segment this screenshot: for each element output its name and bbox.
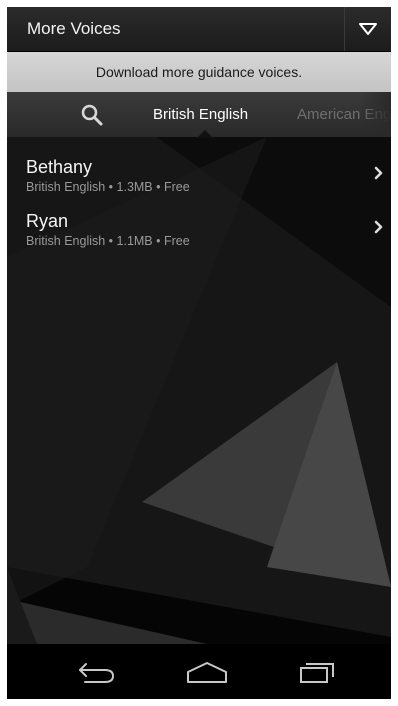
chevron-right-icon (374, 166, 383, 180)
voice-name: Bethany (26, 157, 93, 177)
tab-british-english[interactable]: British English (153, 106, 248, 123)
recent-apps-icon (300, 663, 334, 683)
tab-fade-overlay (361, 92, 391, 137)
app-screen: More Voices Download more guidance voice… (7, 7, 391, 699)
voice-name: Ryan (26, 211, 69, 231)
voice-details: British English • 1.1MB • Free (26, 234, 190, 248)
download-banner[interactable]: Download more guidance voices. (7, 52, 391, 92)
banner-text: Download more guidance voices. (95, 64, 303, 80)
recent-apps-button[interactable] (287, 654, 347, 690)
home-icon (187, 662, 227, 683)
home-button[interactable] (177, 654, 237, 690)
search-icon (81, 104, 103, 126)
menu-button[interactable] (344, 7, 391, 51)
system-navigation-bar (7, 644, 391, 699)
back-icon (79, 663, 115, 683)
chevron-right-icon (374, 220, 383, 234)
voice-item-ryan[interactable]: Ryan British English • 1.1MB • Free (7, 211, 391, 263)
page-title: More Voices (27, 19, 121, 38)
back-button[interactable] (67, 654, 127, 690)
active-tab-indicator (197, 130, 213, 138)
dropdown-menu-icon (359, 23, 377, 35)
voice-item-bethany[interactable]: Bethany British English • 1.3MB • Free (7, 157, 391, 209)
voice-details: British English • 1.3MB • Free (26, 180, 190, 194)
tab-search[interactable] (79, 102, 105, 128)
title-bar: More Voices (7, 7, 391, 52)
